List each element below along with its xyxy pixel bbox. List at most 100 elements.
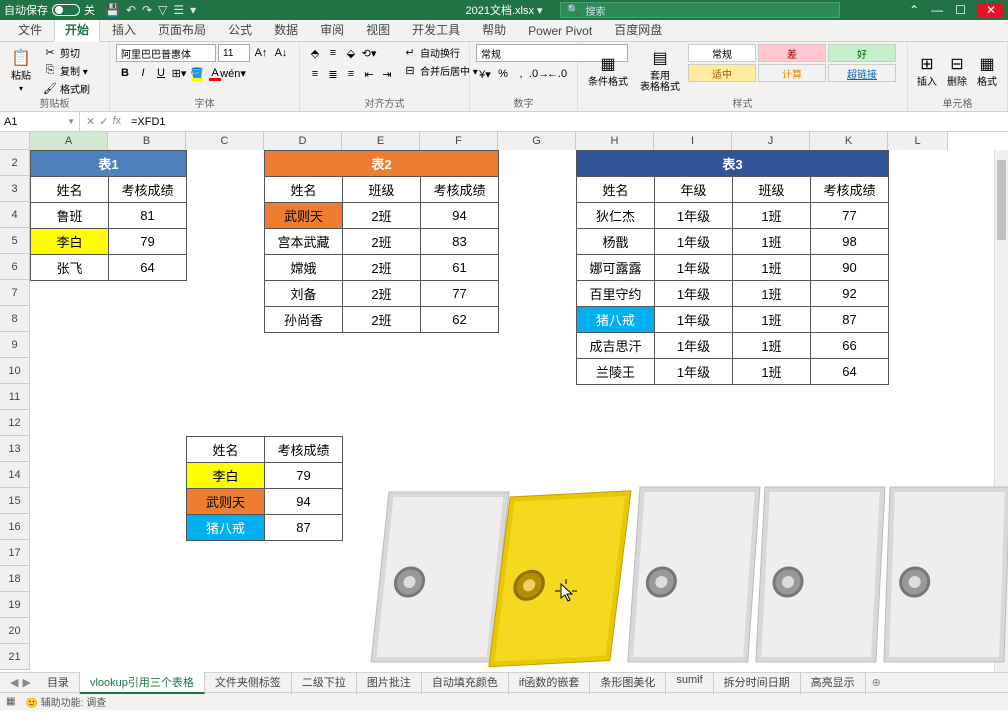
cell[interactable]: 猪八戒 bbox=[186, 514, 265, 541]
col-header-D[interactable]: D bbox=[264, 132, 342, 150]
cell[interactable]: 1班 bbox=[732, 358, 811, 385]
save-icon[interactable]: 💾 bbox=[105, 3, 120, 17]
cell[interactable]: 宫本武藏 bbox=[264, 228, 343, 255]
sheet-tab-7[interactable]: 条形图美化 bbox=[590, 672, 666, 694]
row-header-19[interactable]: 19 bbox=[0, 592, 30, 618]
cell[interactable]: 1班 bbox=[732, 280, 811, 307]
row-header-4[interactable]: 4 bbox=[0, 202, 30, 228]
row-header-6[interactable]: 6 bbox=[0, 254, 30, 280]
cell[interactable]: 83 bbox=[420, 228, 499, 255]
sheet-nav-next-icon[interactable]: ▶ bbox=[22, 676, 30, 689]
sheet-tab-2[interactable]: 文件夹侧标签 bbox=[205, 672, 292, 694]
cell[interactable]: 武则天 bbox=[264, 202, 343, 229]
maximize-icon[interactable]: ☐ bbox=[955, 3, 966, 17]
sheet-nav-prev-icon[interactable]: ◀ bbox=[10, 676, 18, 689]
cell[interactable]: 考核成绩 bbox=[810, 176, 889, 203]
align-bottom-icon[interactable]: ⬙ bbox=[342, 44, 360, 62]
cell[interactable]: 嫦娥 bbox=[264, 254, 343, 281]
cell[interactable]: 班级 bbox=[732, 176, 811, 203]
cell[interactable]: 百里守约 bbox=[576, 280, 655, 307]
name-box[interactable]: A1 ▼ bbox=[0, 112, 80, 131]
cell[interactable]: 武则天 bbox=[186, 488, 265, 515]
close-icon[interactable]: ✕ bbox=[978, 3, 1004, 17]
tab-页面布局[interactable]: 页面布局 bbox=[148, 18, 216, 41]
row-header-13[interactable]: 13 bbox=[0, 436, 30, 462]
row-header-5[interactable]: 5 bbox=[0, 228, 30, 254]
filter-icon[interactable]: ▽ bbox=[158, 3, 167, 17]
search-box[interactable]: 🔍 搜索 bbox=[560, 2, 840, 18]
row-header-20[interactable]: 20 bbox=[0, 618, 30, 644]
cell[interactable]: 79 bbox=[108, 228, 187, 255]
sheet-tab-6[interactable]: if函数的嵌套 bbox=[509, 672, 591, 694]
col-header-G[interactable]: G bbox=[498, 132, 576, 150]
row-header-2[interactable]: 2 bbox=[0, 150, 30, 176]
row-header-21[interactable]: 21 bbox=[0, 644, 30, 670]
cell[interactable]: 79 bbox=[264, 462, 343, 489]
cell[interactable]: 考核成绩 bbox=[108, 176, 187, 203]
tab-开始[interactable]: 开始 bbox=[54, 17, 100, 42]
col-header-H[interactable]: H bbox=[576, 132, 654, 150]
underline-button[interactable]: U bbox=[152, 64, 170, 82]
cell[interactable]: 77 bbox=[810, 202, 889, 229]
cell[interactable]: 猪八戒 bbox=[576, 306, 655, 333]
col-header-L[interactable]: L bbox=[888, 132, 948, 150]
cell[interactable]: 64 bbox=[108, 254, 187, 281]
tab-视图[interactable]: 视图 bbox=[356, 18, 400, 41]
cell[interactable]: 94 bbox=[264, 488, 343, 515]
cell[interactable]: 61 bbox=[420, 254, 499, 281]
spreadsheet-grid[interactable]: ABCDEFGHIJKL 234567891011121314151617181… bbox=[0, 132, 1008, 672]
col-header-F[interactable]: F bbox=[420, 132, 498, 150]
cell[interactable]: 鲁班 bbox=[30, 202, 109, 229]
copy-button[interactable]: ⎘复制 ▾ bbox=[40, 62, 93, 79]
cell[interactable]: 孙尚香 bbox=[264, 306, 343, 333]
row-header-11[interactable]: 11 bbox=[0, 384, 30, 410]
row-header-10[interactable]: 10 bbox=[0, 358, 30, 384]
cell[interactable]: 姓名 bbox=[264, 176, 343, 203]
cell[interactable]: 87 bbox=[264, 514, 343, 541]
cell[interactable]: 87 bbox=[810, 306, 889, 333]
form-icon[interactable]: ☰ bbox=[173, 3, 184, 17]
cell[interactable]: 表1 bbox=[30, 150, 187, 177]
cell[interactable]: 1班 bbox=[732, 332, 811, 359]
col-header-I[interactable]: I bbox=[654, 132, 732, 150]
font-name-select[interactable] bbox=[116, 44, 216, 62]
tab-百度网盘[interactable]: 百度网盘 bbox=[604, 18, 672, 41]
row-header-9[interactable]: 9 bbox=[0, 332, 30, 358]
cell[interactable]: 1年级 bbox=[654, 254, 733, 281]
align-top-icon[interactable]: ⬘ bbox=[306, 44, 324, 62]
cell[interactable]: 表2 bbox=[264, 150, 499, 177]
minimize-icon[interactable]: — bbox=[931, 3, 943, 17]
cell[interactable]: 1年级 bbox=[654, 280, 733, 307]
cell[interactable]: 2班 bbox=[342, 254, 421, 281]
cell[interactable]: 兰陵王 bbox=[576, 358, 655, 385]
cell[interactable]: 表3 bbox=[576, 150, 889, 177]
cell[interactable]: 班级 bbox=[342, 176, 421, 203]
row-header-15[interactable]: 15 bbox=[0, 488, 30, 514]
col-header-K[interactable]: K bbox=[810, 132, 888, 150]
delete-cells-button[interactable]: ⊟删除 bbox=[944, 44, 970, 96]
cell[interactable]: 90 bbox=[810, 254, 889, 281]
percent-icon[interactable]: % bbox=[494, 65, 512, 83]
decrease-font-icon[interactable]: A↓ bbox=[272, 44, 290, 62]
cell[interactable]: 92 bbox=[810, 280, 889, 307]
cut-button[interactable]: ✂剪切 bbox=[40, 44, 93, 61]
border-button[interactable]: ⊞▾ bbox=[170, 64, 188, 82]
formula-input[interactable]: =XFD1 bbox=[127, 116, 1008, 128]
bold-button[interactable]: B bbox=[116, 64, 134, 82]
decimal-inc-icon[interactable]: .0→ bbox=[530, 65, 548, 83]
cell[interactable]: 66 bbox=[810, 332, 889, 359]
fx-icon[interactable]: fx bbox=[112, 115, 121, 128]
accept-formula-icon[interactable]: ✓ bbox=[99, 115, 108, 128]
cell[interactable]: 张飞 bbox=[30, 254, 109, 281]
cell[interactable]: 刘备 bbox=[264, 280, 343, 307]
col-header-C[interactable]: C bbox=[186, 132, 264, 150]
cell[interactable]: 考核成绩 bbox=[420, 176, 499, 203]
style-calc[interactable]: 计算 bbox=[758, 64, 826, 82]
cell[interactable]: 77 bbox=[420, 280, 499, 307]
cell[interactable]: 1年级 bbox=[654, 228, 733, 255]
cell[interactable]: 2班 bbox=[342, 280, 421, 307]
phonetic-button[interactable]: wén▾ bbox=[224, 64, 242, 82]
cell[interactable]: 姓名 bbox=[30, 176, 109, 203]
redo-icon[interactable]: ↷ bbox=[142, 3, 152, 17]
tab-公式[interactable]: 公式 bbox=[218, 18, 262, 41]
